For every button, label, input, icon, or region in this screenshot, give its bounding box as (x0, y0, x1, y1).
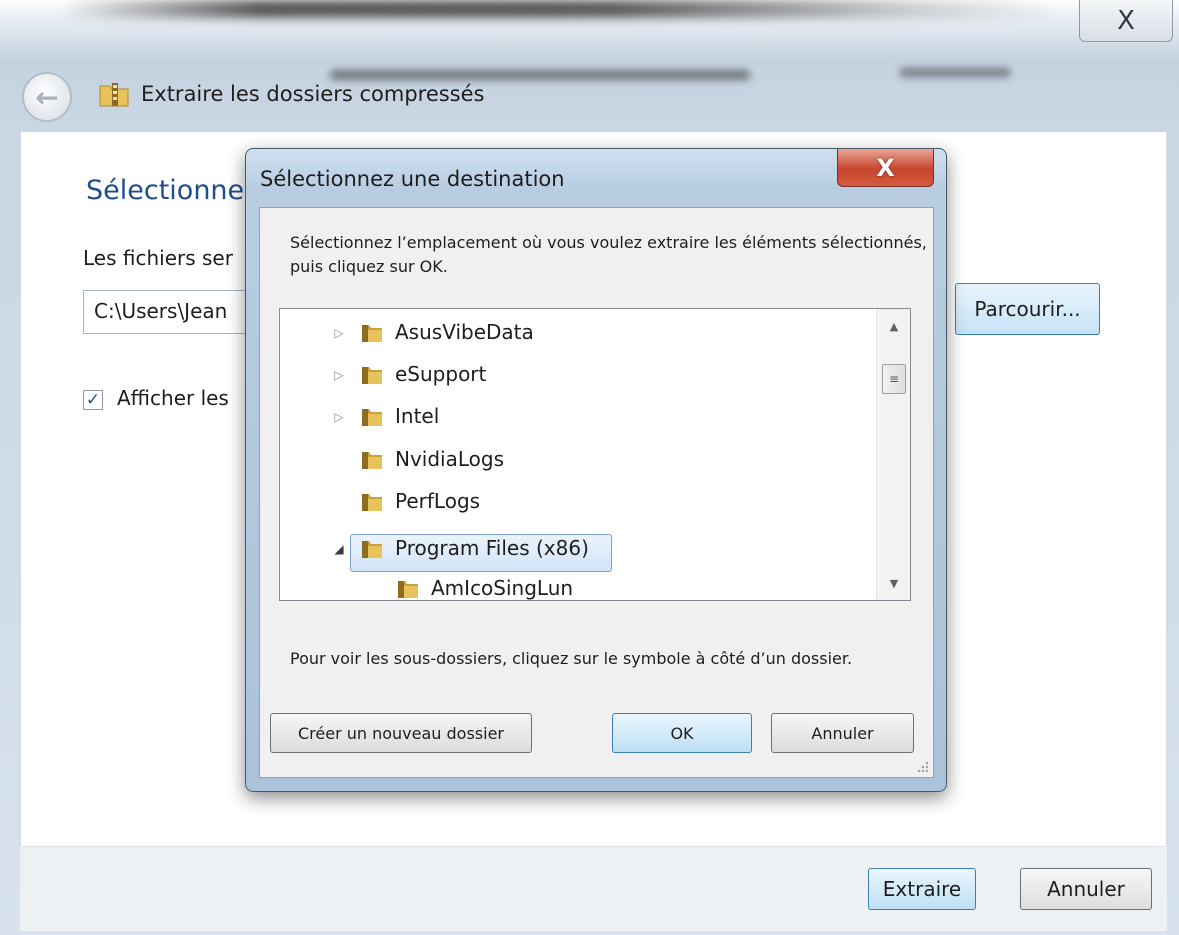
folder-icon (362, 367, 382, 384)
page-heading: Sélectionne (86, 175, 245, 206)
scroll-down-icon[interactable]: ▼ (883, 573, 905, 593)
wizard-footer: Extraire Annuler (20, 846, 1167, 931)
tree-item[interactable]: ▷ AsusVibeData (280, 315, 870, 351)
tree-item-label: AmIcoSingLun (431, 576, 574, 600)
browse-button[interactable]: Parcourir... (955, 283, 1100, 335)
extract-button[interactable]: Extraire (868, 868, 976, 910)
folder-icon (362, 541, 382, 558)
zip-folder-icon (99, 83, 129, 107)
tree-item-label: NvidiaLogs (395, 447, 505, 471)
expand-arrow-icon[interactable]: ▷ (332, 368, 346, 382)
wizard-title: Extraire les dossiers compressés (141, 82, 485, 106)
expand-arrow-icon[interactable]: ▷ (332, 410, 346, 424)
tree-item-label: AsusVibeData (395, 320, 534, 344)
ok-button[interactable]: OK (612, 713, 752, 753)
back-arrow-icon: ← (35, 80, 59, 114)
tree-item[interactable]: ▷ eSupport (280, 357, 870, 393)
dialog-title: Sélectionnez une destination (260, 167, 565, 191)
resize-grip-icon[interactable] (915, 759, 929, 773)
wizard-cancel-button[interactable]: Annuler (1020, 868, 1152, 910)
select-destination-dialog: Sélectionnez une destination X Sélection… (245, 148, 947, 792)
expand-arrow-icon[interactable]: ▷ (332, 326, 346, 340)
folder-icon (362, 409, 382, 426)
dialog-body: Sélectionnez l’emplacement où vous voule… (259, 207, 934, 778)
titlebar-background (60, 0, 1060, 18)
background-blur (330, 70, 750, 80)
scroll-up-icon[interactable]: ▲ (883, 316, 905, 336)
folder-tree[interactable]: ▷ AsusVibeData ▷ eSupport ▷ Intel NvidiaLogs Pe… (279, 308, 911, 601)
tree-item-label: Program Files (x86) (395, 536, 589, 560)
dialog-cancel-button[interactable]: Annuler (771, 713, 914, 753)
dialog-instructions: Sélectionnez l’emplacement où vous voule… (290, 233, 927, 276)
tree-item[interactable]: PerfLogs (280, 484, 870, 520)
new-folder-button[interactable]: Créer un nouveau dossier (270, 713, 532, 753)
back-button[interactable]: ← (22, 72, 72, 122)
folder-icon (362, 494, 382, 511)
close-icon: X (1117, 5, 1135, 36)
tree-scrollbar[interactable]: ▲ ≡ ▼ (876, 309, 910, 600)
close-icon: X (876, 153, 895, 182)
folder-icon (398, 581, 418, 598)
dialog-hint: Pour voir les sous-dossiers, cliquez sur… (290, 649, 853, 668)
tree-item[interactable]: AmIcoSingLun (280, 571, 870, 600)
tree-item[interactable]: ◢ Program Files (x86) (280, 531, 870, 567)
tree-item[interactable]: NvidiaLogs (280, 442, 870, 478)
dialog-close-button[interactable]: X (837, 149, 934, 187)
window-close-button[interactable]: X (1079, 0, 1173, 42)
scroll-thumb[interactable]: ≡ (882, 364, 906, 394)
background-blur (900, 68, 1010, 77)
tree-item-label: eSupport (395, 362, 487, 386)
tree-item-label: PerfLogs (395, 489, 481, 513)
folder-icon (362, 325, 382, 342)
tree-item[interactable]: ▷ Intel (280, 399, 870, 435)
show-files-label: Afficher les (117, 386, 229, 410)
tree-item-label: Intel (395, 404, 440, 428)
files-label: Les fichiers ser (83, 246, 233, 270)
expanded-arrow-icon[interactable]: ◢ (332, 542, 346, 556)
folder-icon (362, 452, 382, 469)
show-files-checkbox[interactable]: ✓ (83, 390, 103, 410)
